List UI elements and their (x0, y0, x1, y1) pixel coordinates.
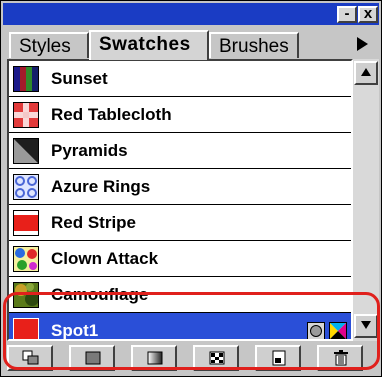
swatch-name: Azure Rings (51, 177, 151, 196)
swatch-name: Red Tablecloth (51, 105, 172, 124)
list-item[interactable]: Clown Attack (9, 241, 351, 277)
spot-color-icon (307, 322, 325, 339)
show-gradient-swatches-button[interactable] (131, 345, 177, 371)
swatch-name: Sunset (51, 69, 108, 88)
new-swatch-button[interactable] (255, 345, 301, 371)
show-color-swatches-button[interactable] (69, 345, 115, 371)
delete-swatch-icon (334, 350, 348, 366)
close-button[interactable]: x (358, 6, 378, 23)
new-swatch-icon (272, 350, 286, 366)
swatch-list: Sunset Red Tablecloth Pyramids Azure Rin… (7, 59, 353, 341)
list-item[interactable]: Red Stripe (9, 205, 351, 241)
triangle-right-icon (357, 37, 368, 51)
red-tablecloth-swatch (13, 102, 39, 128)
azure-rings-swatch (13, 174, 39, 200)
tab-styles[interactable]: Styles (9, 32, 89, 58)
list-item[interactable]: Spot1 (9, 313, 351, 340)
list-item[interactable]: Sunset (9, 61, 351, 97)
scroll-up-button[interactable] (354, 61, 378, 85)
triangle-down-icon (361, 321, 371, 329)
red-stripe-swatch (13, 210, 39, 236)
pyramids-swatch (13, 138, 39, 164)
tab-brushes[interactable]: Brushes (209, 32, 299, 58)
swatches-panel: - x Styles Swatches Brushes Sunset Red T… (0, 0, 382, 377)
show-pattern-swatches-button[interactable] (193, 345, 239, 371)
swatch-name: Spot1 (51, 321, 99, 340)
swatch-name: Clown Attack (51, 249, 159, 268)
camouflage-swatch (13, 282, 39, 308)
spot-red-swatch (13, 318, 39, 339)
sunset-swatch (13, 66, 39, 92)
tab-swatches[interactable]: Swatches (89, 30, 209, 60)
swatch-name: Camouflage (51, 285, 149, 304)
swatch-name: Red Stripe (51, 213, 137, 232)
minimize-button[interactable]: - (337, 6, 357, 23)
clown-attack-swatch (13, 246, 39, 272)
list-item[interactable]: Pyramids (9, 133, 351, 169)
swatch-name: Pyramids (51, 141, 128, 160)
show-pattern-swatches-icon (209, 351, 225, 365)
delete-swatch-button[interactable] (317, 345, 363, 371)
panel-tabs: Styles Swatches Brushes (3, 25, 379, 60)
list-scrollbar[interactable] (353, 59, 379, 341)
list-item[interactable]: Red Tablecloth (9, 97, 351, 133)
swatch-toolbar (3, 341, 379, 374)
list-item[interactable]: Azure Rings (9, 169, 351, 205)
list-item[interactable]: Camouflage (9, 277, 351, 313)
show-swatch-kinds-icon (22, 350, 39, 365)
process-color-icon (329, 322, 347, 339)
triangle-up-icon (361, 68, 371, 76)
show-gradient-swatches-icon (147, 351, 163, 365)
panel-menu-button[interactable] (351, 35, 373, 57)
show-color-swatches-icon (85, 351, 101, 365)
panel-title-bar[interactable]: - x (3, 3, 379, 25)
scroll-down-button[interactable] (354, 314, 378, 338)
show-swatch-kinds-button[interactable] (7, 345, 53, 371)
